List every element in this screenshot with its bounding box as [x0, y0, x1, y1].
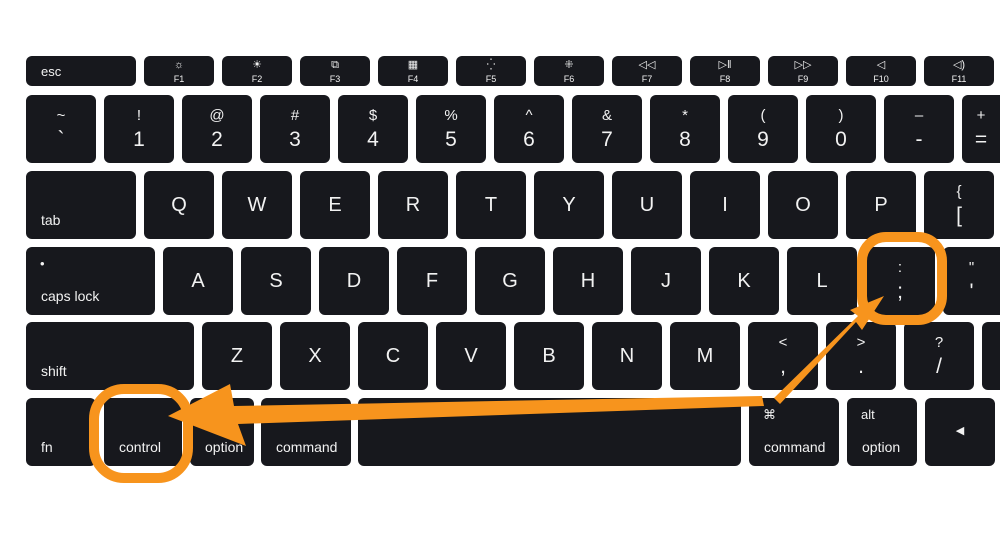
- annotation-layer: [89, 232, 947, 483]
- arrow-to-semicolon: [774, 296, 884, 404]
- arrow-to-control: [168, 384, 764, 446]
- highlight-control-key: [89, 384, 193, 483]
